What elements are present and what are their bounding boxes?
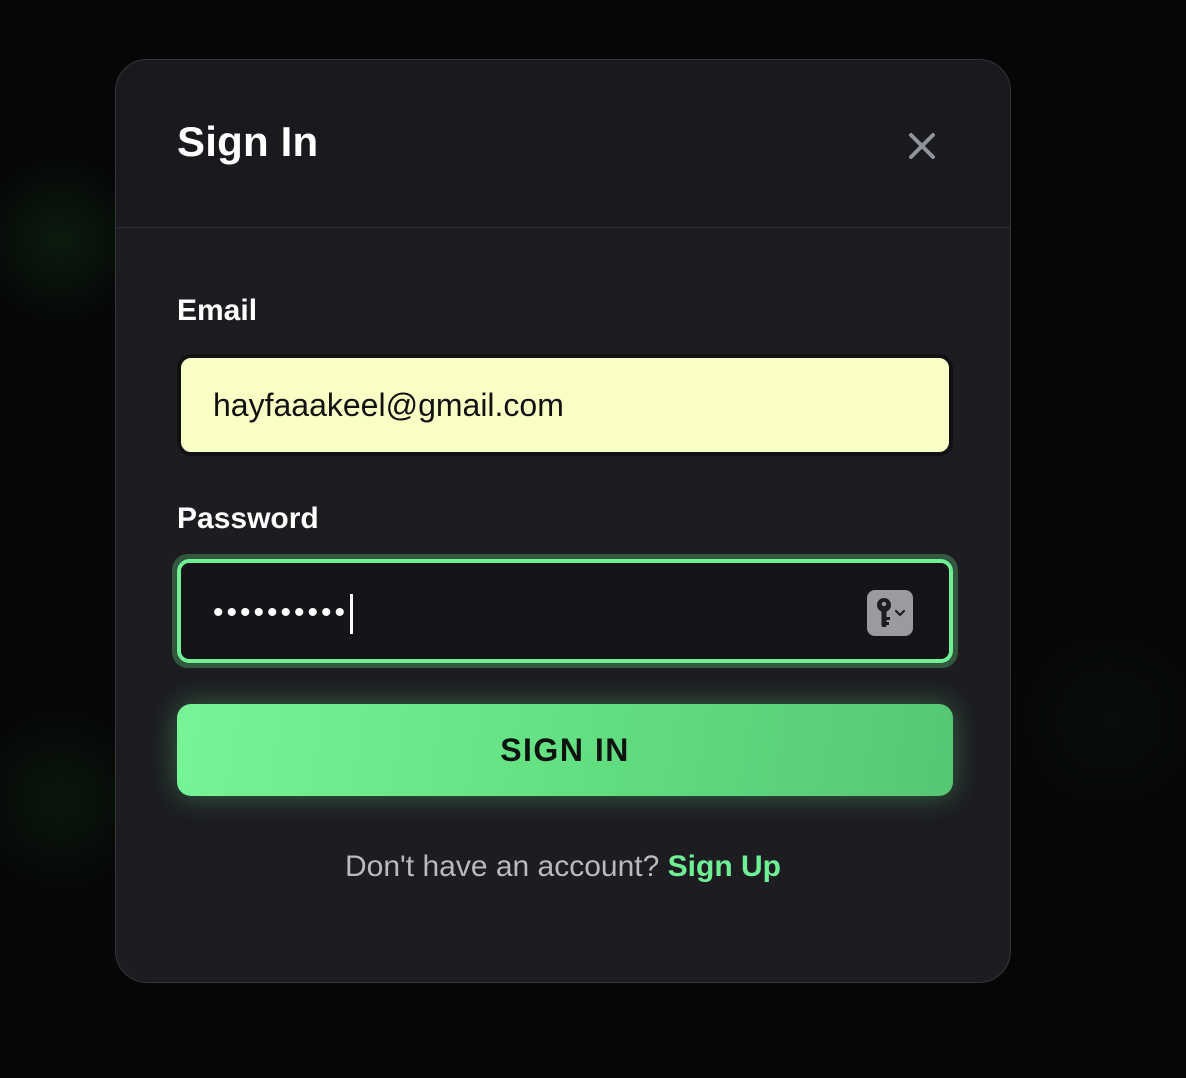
- close-icon: [909, 133, 935, 159]
- sign-up-link[interactable]: Sign Up: [668, 850, 781, 883]
- dialog-header: Sign In: [116, 60, 1010, 228]
- email-label: Email: [177, 294, 258, 327]
- text-caret: [350, 594, 354, 635]
- close-button[interactable]: [902, 126, 942, 166]
- password-value: ••••••••••: [213, 583, 354, 643]
- email-field[interactable]: [177, 354, 953, 456]
- key-icon: [877, 598, 906, 627]
- password-field[interactable]: ••••••••••: [177, 559, 953, 663]
- dialog-title: Sign In: [177, 118, 319, 165]
- password-focus-ring: ••••••••••: [172, 554, 958, 668]
- signup-prompt: Don't have an account? Sign Up: [116, 850, 1010, 884]
- signup-prompt-text: Don't have an account?: [345, 850, 660, 883]
- password-label: Password: [177, 502, 319, 535]
- password-mask: ••••••••••: [213, 596, 349, 629]
- password-manager-button[interactable]: [867, 590, 913, 636]
- sign-in-dialog: Sign In Email Password ••••••••••: [115, 59, 1011, 983]
- sign-in-button[interactable]: SIGN IN: [177, 704, 953, 796]
